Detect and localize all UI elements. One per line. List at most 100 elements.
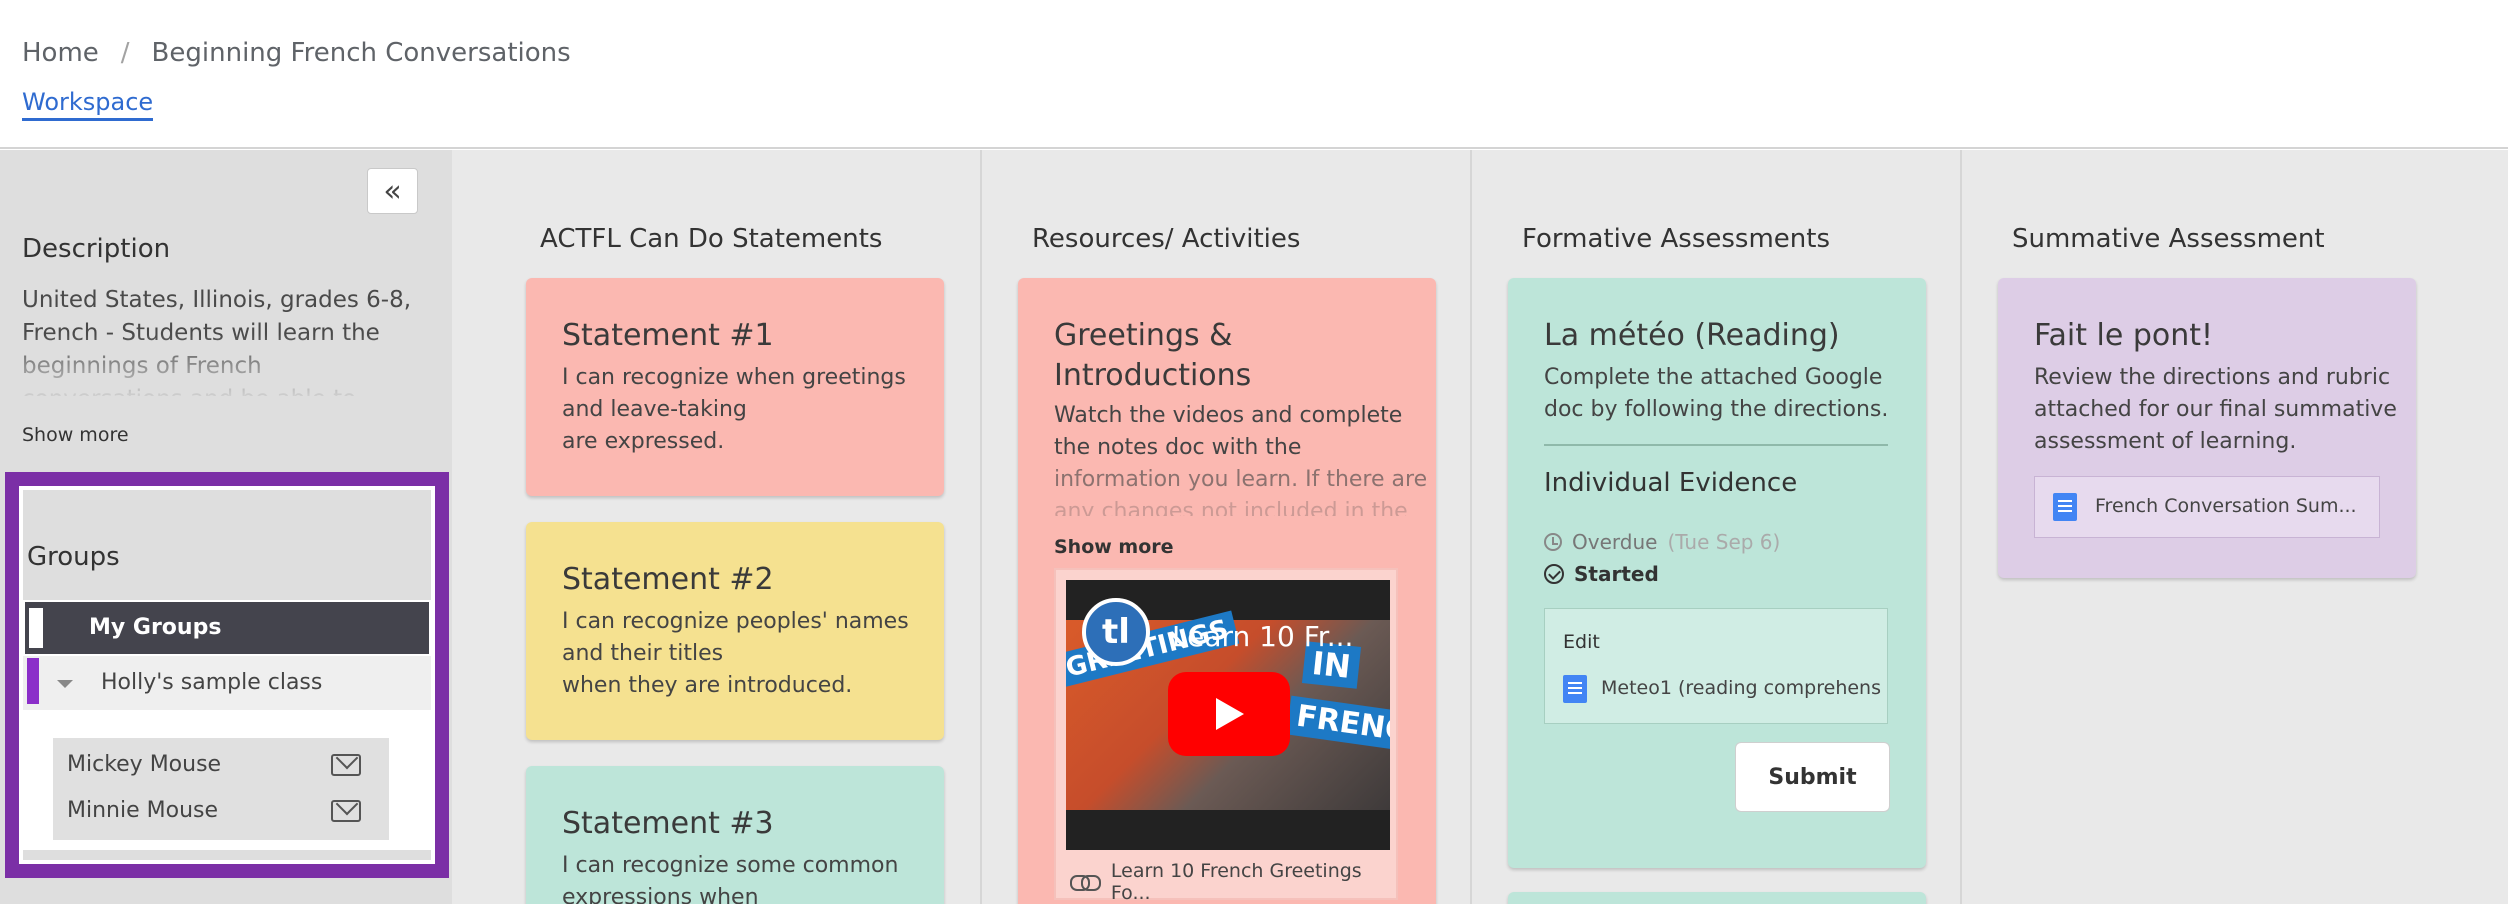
card-title: Statement #1 xyxy=(562,318,774,353)
card-title: La météo (Reading) xyxy=(1544,318,1840,353)
card-line: Complete the attached Google xyxy=(1544,365,1883,390)
card-line: when they are introduced. xyxy=(562,673,853,698)
card-line: and their titles xyxy=(562,641,724,666)
divider xyxy=(1544,444,1888,446)
description-fade xyxy=(22,334,417,396)
card-body: Complete the attached Google doc by foll… xyxy=(1544,362,1888,426)
overdue-label: Overdue xyxy=(1572,530,1658,554)
card-line: attached for our final summative xyxy=(2034,397,2397,422)
video-link[interactable]: Learn 10 French Greetings Fo... xyxy=(1070,860,1396,904)
submit-button[interactable]: Submit xyxy=(1735,742,1890,812)
member-list: Mickey Mouse Minnie Mouse xyxy=(53,738,389,840)
play-icon[interactable] xyxy=(1168,672,1290,756)
description-title: Description xyxy=(22,234,171,264)
statement-card[interactable]: Statement #2 I can recognize peoples' na… xyxy=(526,522,944,740)
groups-panel-inner: Groups My Groups Holly's sample class Mi… xyxy=(23,490,431,860)
card-body: I can recognize when greetings and leave… xyxy=(562,362,906,458)
column-title: Summative Assessment xyxy=(2012,224,2325,254)
column-resources: Resources/ Activities Greetings & Introd… xyxy=(982,150,1472,904)
groups-title: Groups xyxy=(27,542,120,572)
link-icon xyxy=(1070,875,1101,891)
card-line: assessment of learning. xyxy=(2034,429,2297,454)
column-formative: Formative Assessments La météo (Reading)… xyxy=(1472,150,1962,904)
member-name: Minnie Mouse xyxy=(67,798,219,823)
member-name: Mickey Mouse xyxy=(67,752,222,777)
check-circle-icon xyxy=(1544,564,1564,584)
card-title: Statement #3 xyxy=(562,806,774,841)
column-actfl: ACTFL Can Do Statements Statement #1 I c… xyxy=(452,150,980,904)
card-title: Greetings & Introductions xyxy=(1054,316,1251,396)
card-line: doc by following the directions. xyxy=(1544,397,1889,422)
class-name: Holly's sample class xyxy=(101,670,323,695)
video-title: Learn 10 Fr... xyxy=(1172,620,1354,653)
card-line: I can recognize some common xyxy=(562,853,899,878)
video-thumbnail[interactable]: GREETINGS IN FRENCH tl Learn 10 Fr... xyxy=(1066,580,1390,850)
google-doc-icon xyxy=(2053,493,2077,521)
column-summative: Summative Assessment Fait le pont! Revie… xyxy=(1962,150,2508,904)
description-show-more-link[interactable]: Show more xyxy=(22,424,129,446)
individual-evidence-title: Individual Evidence xyxy=(1544,468,1798,498)
statement-card[interactable]: Statement #1 I can recognize when greeti… xyxy=(526,278,944,496)
double-chevron-left-icon: « xyxy=(383,173,402,209)
edit-link[interactable]: Edit xyxy=(1563,631,1600,653)
card-line: any changes not included in the xyxy=(1054,499,1408,516)
my-groups-label: My Groups xyxy=(89,615,222,640)
mail-icon[interactable] xyxy=(331,754,361,776)
card-line: I can recognize peoples' names xyxy=(562,609,909,634)
sidebar: « Description United States, Illinois, g… xyxy=(0,150,452,904)
card-line: Watch the videos and complete xyxy=(1054,403,1403,428)
groups-panel: Groups My Groups Holly's sample class Mi… xyxy=(5,472,449,878)
overdue-date: (Tue Sep 6) xyxy=(1667,530,1781,554)
collapse-sidebar-button[interactable]: « xyxy=(367,168,418,214)
card-line: Review the directions and rubric xyxy=(2034,365,2391,390)
started-label: Started xyxy=(1574,562,1659,586)
card-title-line: Greetings & xyxy=(1054,318,1233,353)
breadcrumb-current: Beginning French Conversations xyxy=(151,38,571,68)
card-line: information you learn. If there are xyxy=(1054,467,1428,492)
mail-icon[interactable] xyxy=(331,800,361,822)
attachment-link[interactable]: French Conversation Sum... xyxy=(2034,476,2380,538)
statement-card[interactable]: Statement #3 I can recognize some common… xyxy=(526,766,944,904)
overdue-status: Overdue (Tue Sep 6) xyxy=(1544,530,1780,554)
resource-show-more-link[interactable]: Show more xyxy=(1054,536,1174,558)
assessment-card[interactable]: Fait le pont! Review the directions and … xyxy=(1998,278,2416,578)
column-title: Formative Assessments xyxy=(1522,224,1831,254)
description-text-container: United States, Illinois, grades 6-8, Fre… xyxy=(22,284,417,396)
breadcrumb-separator: / xyxy=(120,38,130,68)
assessment-card[interactable]: La météo (Reading) Complete the attached… xyxy=(1508,278,1926,868)
video-link-text: Learn 10 French Greetings Fo... xyxy=(1110,860,1362,904)
card-body: Review the directions and rubric attache… xyxy=(2034,362,2397,458)
card-body: I can recognize some common expressions … xyxy=(562,850,898,904)
attachment-name: French Conversation Sum... xyxy=(2095,495,2357,517)
assessment-card[interactable] xyxy=(1508,892,1926,904)
card-line: and leave-taking xyxy=(562,397,747,422)
card-title: Fait le pont! xyxy=(2034,318,2214,353)
breadcrumb: Home / Beginning French Conversations xyxy=(22,38,571,68)
card-body: Watch the videos and complete the notes … xyxy=(1054,400,1427,516)
class-color-swatch xyxy=(27,658,39,704)
resource-card[interactable]: Greetings & Introductions Watch the vide… xyxy=(1018,278,1436,904)
caret-down-icon[interactable] xyxy=(57,680,73,688)
breadcrumb-home[interactable]: Home xyxy=(22,38,99,68)
card-line: expressions when xyxy=(562,885,759,904)
class-group-row[interactable]: Holly's sample class xyxy=(23,656,431,710)
evidence-edit-box: Edit Meteo1 (reading comprehension) xyxy=(1544,608,1888,724)
column-title: ACTFL Can Do Statements xyxy=(540,224,883,254)
evidence-doc-link[interactable]: Meteo1 (reading comprehension) xyxy=(1601,677,1881,699)
started-status: Started xyxy=(1544,562,1659,586)
clock-icon xyxy=(1544,533,1562,551)
my-groups-header[interactable]: My Groups xyxy=(23,600,431,656)
card-title: Statement #2 xyxy=(562,562,774,597)
card-title-line: Introductions xyxy=(1054,358,1252,393)
card-body: I can recognize peoples' names and their… xyxy=(562,606,909,702)
card-line: the notes doc with the xyxy=(1054,435,1302,460)
card-line: I can recognize when greetings xyxy=(562,365,906,390)
my-groups-swatch xyxy=(29,608,43,648)
workspace-tab[interactable]: Workspace xyxy=(22,88,154,121)
google-doc-icon xyxy=(1563,675,1587,703)
column-title: Resources/ Activities xyxy=(1032,224,1301,254)
workspace-board: ACTFL Can Do Statements Statement #1 I c… xyxy=(452,150,2508,904)
members-area: Mickey Mouse Minnie Mouse xyxy=(23,710,431,850)
page-header: Home / Beginning French Conversations Wo… xyxy=(0,0,2508,149)
channel-logo-icon: tl xyxy=(1082,598,1150,666)
